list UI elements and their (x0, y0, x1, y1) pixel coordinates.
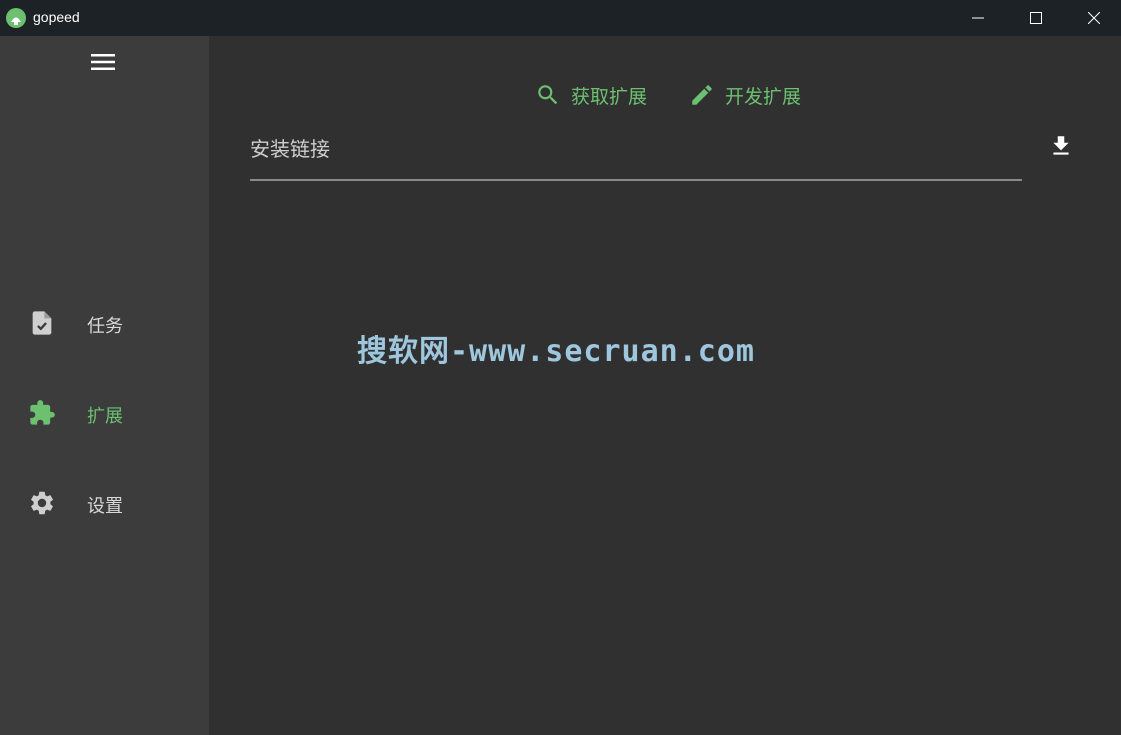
gear-icon (31, 491, 53, 515)
sidebar-item-label: 设置 (87, 496, 123, 517)
install-download-button[interactable] (1046, 131, 1076, 161)
puzzle-extension-icon (30, 400, 55, 425)
sidebar: 任务 扩展 设置 (0, 36, 209, 735)
sidebar-item-label: 任务 (87, 316, 123, 337)
minimize-icon (972, 17, 984, 19)
main-content: 获取扩展 开发扩展 安装链接 搜软网-www.secruan.com (209, 36, 1121, 735)
install-link-placeholder: 安装链接 (250, 137, 330, 161)
get-extension-label: 获取扩展 (571, 85, 648, 108)
pencil-icon (692, 85, 712, 105)
minimize-button[interactable] (949, 0, 1007, 36)
close-icon (1088, 12, 1100, 24)
sidebar-item-tasks[interactable]: 任务 (0, 293, 209, 353)
sidebar-item-settings[interactable]: 设置 (0, 473, 209, 533)
task-file-check-icon (32, 311, 52, 335)
sidebar-item-label: 扩展 (87, 406, 123, 427)
get-extension-button[interactable]: 获取扩展 (535, 78, 647, 112)
search-icon (538, 85, 558, 105)
hamburger-menu-icon (91, 54, 115, 70)
download-icon (1053, 136, 1069, 155)
develop-extension-label: 开发扩展 (725, 85, 802, 108)
title-bar: gopeed (0, 0, 1121, 36)
watermark-text: 搜软网-www.secruan.com (357, 334, 755, 369)
sidebar-item-extensions[interactable]: 扩展 (0, 383, 209, 443)
install-link-input[interactable]: 安装链接 (250, 129, 1022, 181)
develop-extension-button[interactable]: 开发扩展 (689, 78, 801, 112)
menu-button[interactable] (89, 48, 117, 76)
window-title: gopeed (33, 9, 80, 25)
maximize-button[interactable] (1007, 0, 1065, 36)
close-button[interactable] (1065, 0, 1121, 36)
gopeed-logo-icon (6, 8, 26, 28)
maximize-icon (1030, 12, 1042, 24)
